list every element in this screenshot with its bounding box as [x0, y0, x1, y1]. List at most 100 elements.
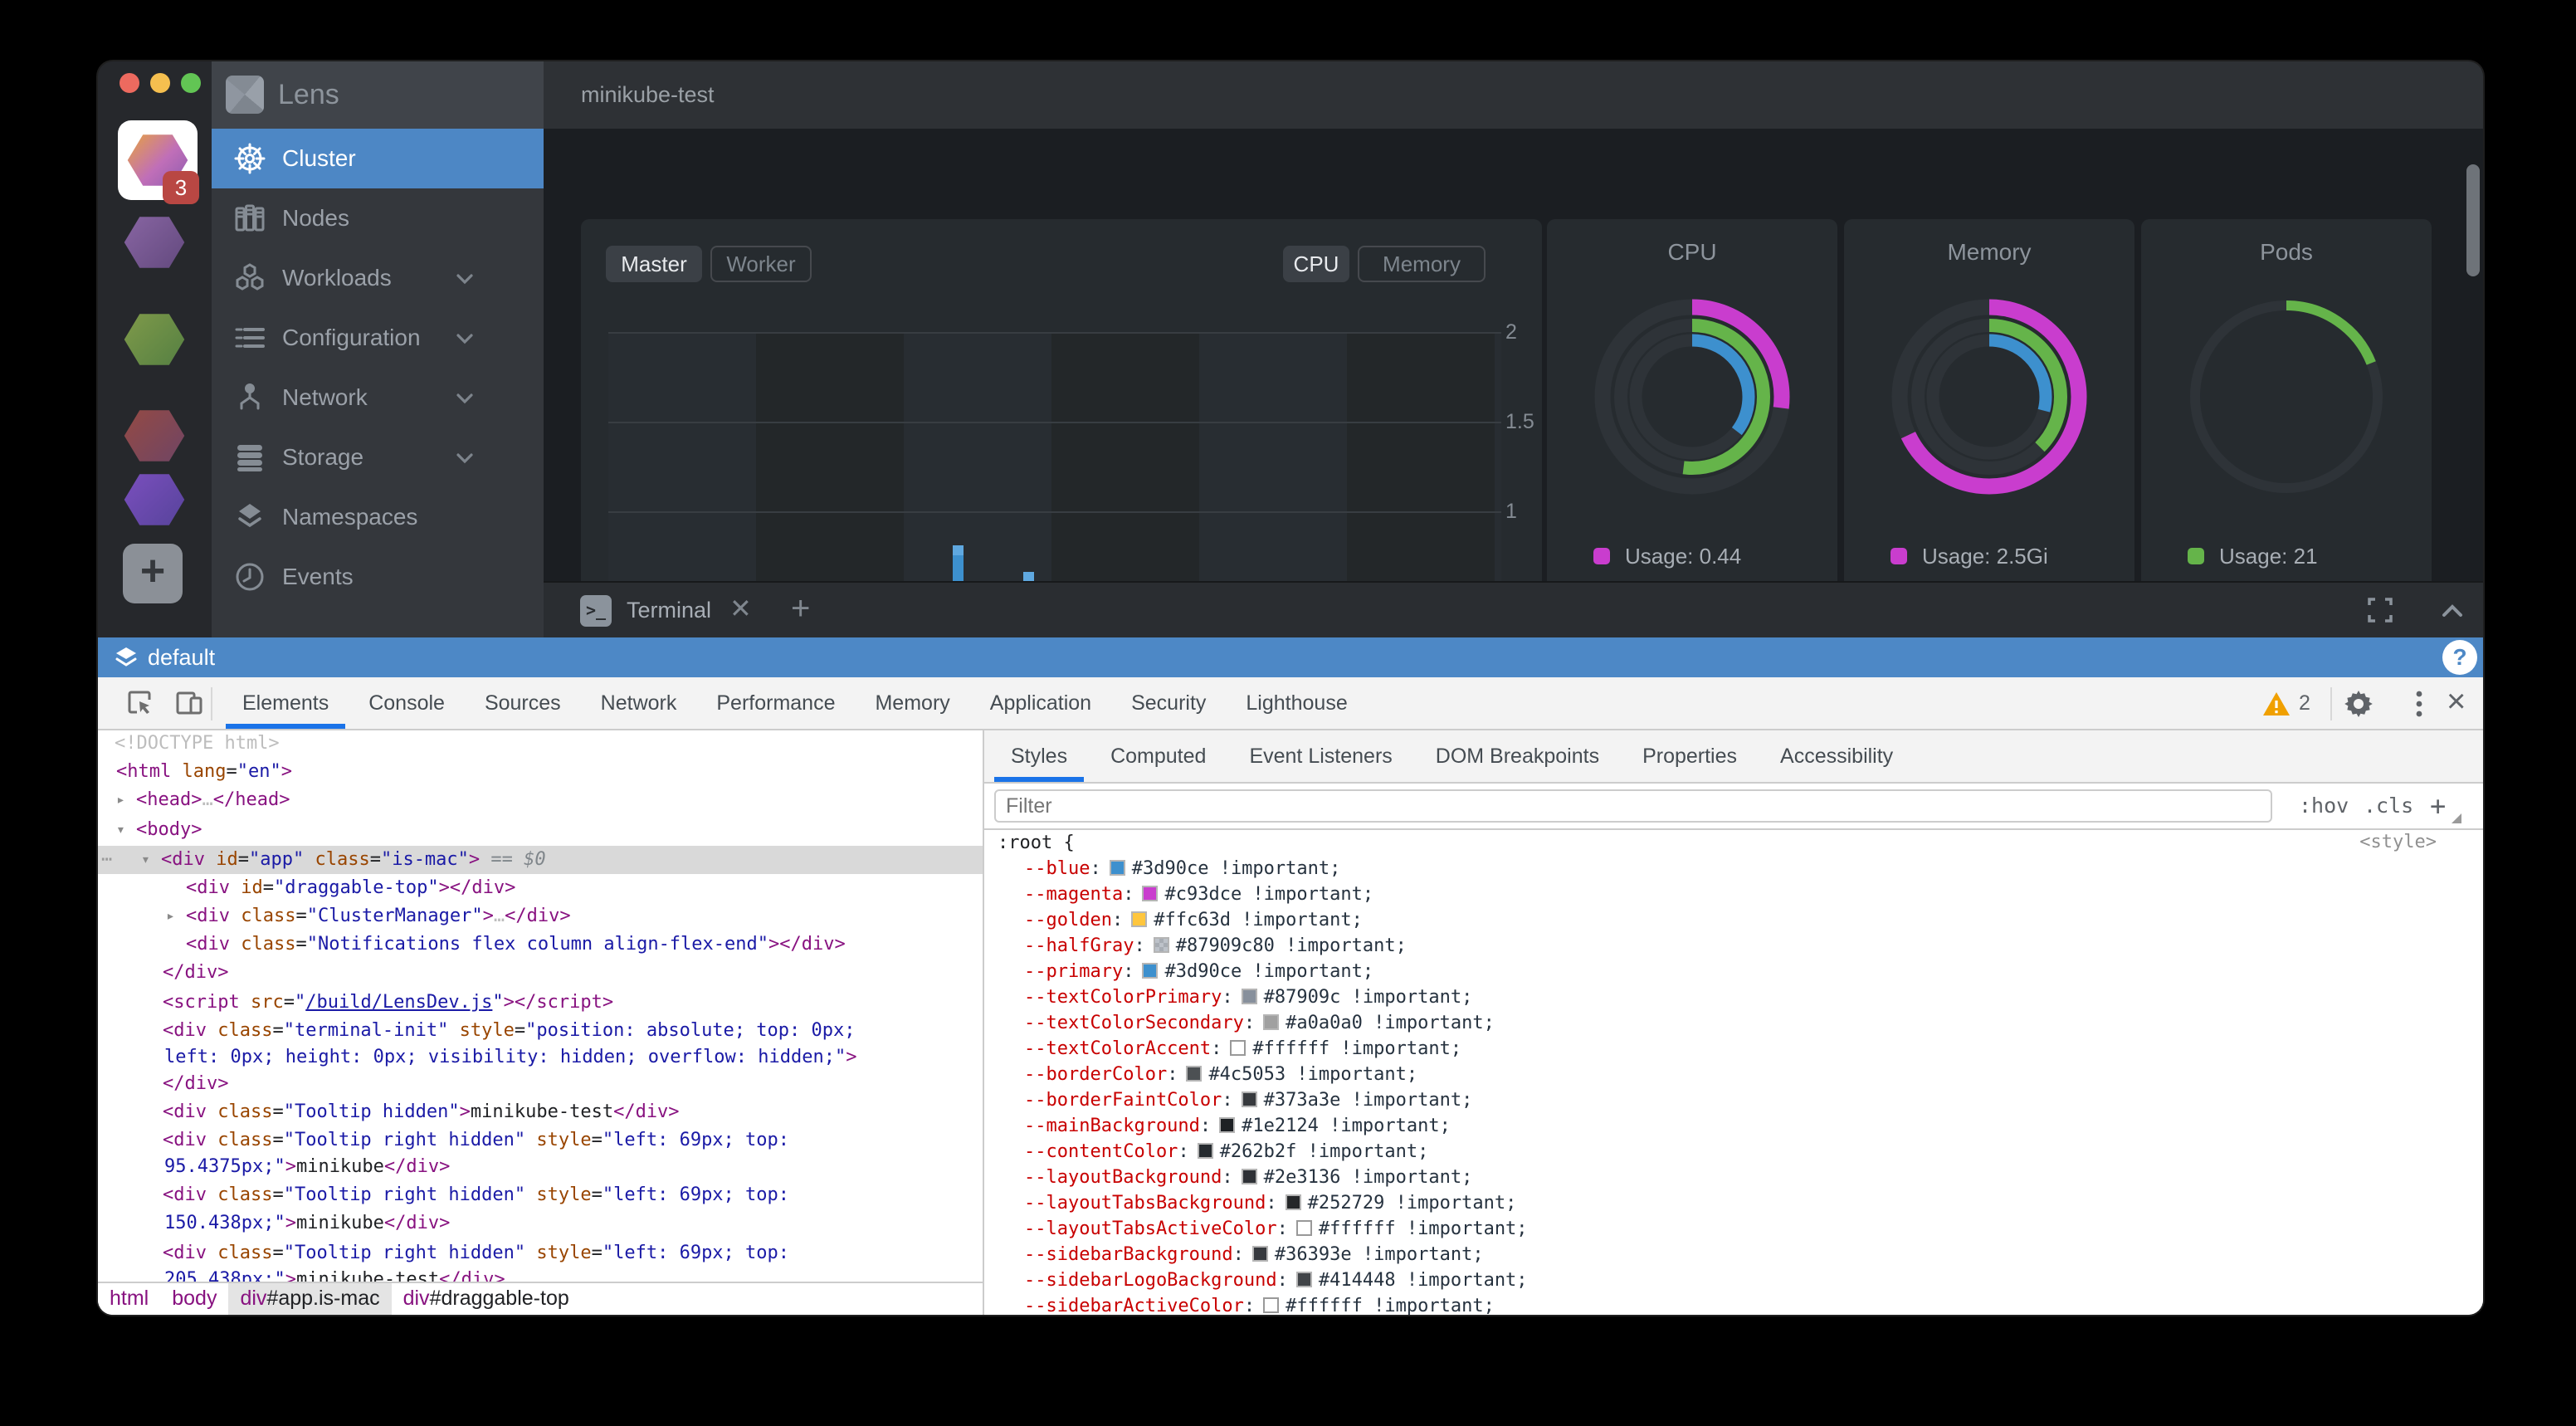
- css-variable-row[interactable]: --mainBackground:#1e2124 !important;: [984, 1113, 2483, 1139]
- devtools-tab-lighthouse[interactable]: Lighthouse: [1226, 677, 1367, 729]
- styles-filter-input[interactable]: Filter: [994, 789, 2272, 823]
- tab-node-worker[interactable]: Worker: [710, 246, 812, 282]
- css-rule-selector[interactable]: :root {: [984, 830, 2483, 856]
- css-variable-row[interactable]: --halfGray:#87909c80 !important;: [984, 933, 2483, 959]
- color-swatch[interactable]: [1263, 1014, 1279, 1030]
- dom-tree-row[interactable]: <!DOCTYPE html>: [98, 730, 983, 758]
- terminal-tab[interactable]: Terminal: [627, 583, 711, 637]
- color-swatch[interactable]: [1286, 1194, 1301, 1210]
- dom-tree-row[interactable]: <div class="terminal-init" style="positi…: [98, 1017, 983, 1045]
- cluster-red-avatar[interactable]: [124, 409, 185, 462]
- css-variable-row[interactable]: --contentColor:#262b2f !important;: [984, 1139, 2483, 1165]
- chevron-down-icon[interactable]: [454, 268, 476, 290]
- sidebar-item-configuration[interactable]: Configuration: [212, 308, 544, 368]
- active-namespace-label[interactable]: default: [148, 637, 215, 677]
- css-variable-row[interactable]: --golden:#ffc63d !important;: [984, 907, 2483, 933]
- help-button[interactable]: ?: [2442, 640, 2477, 675]
- dom-tree-row[interactable]: <div class="Notifications flex column al…: [98, 930, 983, 959]
- style-source-label[interactable]: <style>: [2359, 832, 2437, 852]
- color-swatch[interactable]: [1242, 1091, 1257, 1107]
- css-variable-row[interactable]: --sidebarActiveColor:#ffffff !important;: [984, 1293, 2483, 1315]
- devtools-tab-memory[interactable]: Memory: [855, 677, 969, 729]
- color-swatch[interactable]: [1219, 1117, 1235, 1133]
- devtools-tab-network[interactable]: Network: [581, 677, 697, 729]
- color-swatch[interactable]: [1242, 1169, 1257, 1184]
- dom-tree-row[interactable]: <div class="Tooltip hidden">minikube-tes…: [98, 1098, 983, 1126]
- css-variable-row[interactable]: --primary:#3d90ce !important;: [984, 959, 2483, 984]
- collapsed-arrow-icon[interactable]: ▸: [116, 786, 125, 814]
- color-swatch[interactable]: [1154, 937, 1169, 953]
- chevron-down-icon[interactable]: [454, 328, 476, 349]
- add-cluster-button[interactable]: +: [123, 544, 183, 603]
- color-swatch[interactable]: [1242, 989, 1257, 1004]
- color-swatch[interactable]: [1186, 1066, 1202, 1082]
- devtools-menu-dots-icon[interactable]: [2413, 688, 2425, 720]
- macos-minimize-button[interactable]: [150, 73, 170, 93]
- tab-metric-memory[interactable]: Memory: [1358, 246, 1486, 282]
- sidebar-item-storage[interactable]: Storage: [212, 427, 544, 487]
- devtools-tab-sources[interactable]: Sources: [465, 677, 581, 729]
- expanded-arrow-icon[interactable]: ▾: [141, 846, 150, 874]
- css-variable-row[interactable]: --borderFaintColor:#373a3e !important;: [984, 1087, 2483, 1113]
- dom-tree-row[interactable]: <div class="Tooltip right hidden" style=…: [98, 1239, 983, 1267]
- sidebar-item-cluster[interactable]: Cluster: [212, 129, 544, 188]
- css-variable-row[interactable]: --layoutTabsActiveColor:#ffffff !importa…: [984, 1216, 2483, 1242]
- toggle-class-button[interactable]: .cls: [2364, 784, 2413, 828]
- breadcrumb-div#app.is-mac[interactable]: div#app.is-mac: [228, 1283, 391, 1315]
- dom-tree-row[interactable]: 150.438px;">minikube</div>: [98, 1209, 983, 1238]
- dom-tree-row[interactable]: </div>: [98, 959, 983, 987]
- css-variable-row[interactable]: --layoutBackground:#2e3136 !important;: [984, 1165, 2483, 1190]
- css-variable-row[interactable]: --blue:#3d90ce !important;: [984, 856, 2483, 881]
- devtools-close-icon[interactable]: ×: [2447, 677, 2466, 729]
- dom-tree-row[interactable]: </div>: [98, 1070, 983, 1098]
- cluster-purple-avatar[interactable]: [124, 216, 185, 269]
- toggle-hover-state-button[interactable]: :hov: [2299, 784, 2349, 828]
- sidebar-item-workloads[interactable]: Workloads: [212, 248, 544, 308]
- color-swatch[interactable]: [1230, 1040, 1246, 1056]
- styles-tab-properties[interactable]: Properties: [1621, 730, 1759, 782]
- devtools-tab-security[interactable]: Security: [1111, 677, 1226, 729]
- color-swatch[interactable]: [1296, 1272, 1312, 1287]
- devtools-tab-console[interactable]: Console: [349, 677, 465, 729]
- dom-tree-row[interactable]: <div id="draggable-top"></div>: [98, 874, 983, 902]
- dom-tree-row[interactable]: 95.4375px;">minikube</div>: [98, 1153, 983, 1181]
- css-variable-row[interactable]: --sidebarLogoBackground:#414448 !importa…: [984, 1267, 2483, 1293]
- dom-tree-row[interactable]: ▾<body>: [98, 816, 983, 844]
- sidebar-item-namespaces[interactable]: Namespaces: [212, 487, 544, 547]
- cluster-violet-avatar[interactable]: [124, 473, 185, 526]
- tab-metric-cpu[interactable]: CPU: [1283, 246, 1349, 282]
- css-variable-row[interactable]: --layoutTabsBackground:#252729 !importan…: [984, 1190, 2483, 1216]
- color-swatch[interactable]: [1263, 1297, 1279, 1313]
- color-swatch[interactable]: [1252, 1246, 1268, 1262]
- dom-tree-row[interactable]: <script src="/build/LensDev.js"></script…: [98, 989, 983, 1017]
- breadcrumb-body[interactable]: body: [160, 1283, 228, 1315]
- styles-tab-computed[interactable]: Computed: [1089, 730, 1227, 782]
- warning-icon[interactable]: [2262, 690, 2291, 718]
- metrics-scrollbar[interactable]: [2466, 164, 2480, 276]
- styles-tab-event-listeners[interactable]: Event Listeners: [1227, 730, 1413, 782]
- css-variable-row[interactable]: --textColorPrimary:#87909c !important;: [984, 984, 2483, 1010]
- css-variable-row[interactable]: --textColorAccent:#ffffff !important;: [984, 1036, 2483, 1062]
- settings-gear-icon[interactable]: [2344, 689, 2374, 719]
- macos-close-button[interactable]: [120, 73, 139, 93]
- dom-tree-row-selected[interactable]: ⋯▾<div id="app" class="is-mac"> == $0: [98, 846, 983, 874]
- inspect-element-icon[interactable]: [124, 688, 154, 718]
- expanded-arrow-icon[interactable]: ▾: [116, 816, 125, 844]
- dom-tree-row[interactable]: <div class="Tooltip right hidden" style=…: [98, 1181, 983, 1209]
- dock-fullscreen-icon[interactable]: [2366, 596, 2394, 624]
- dom-tree-row[interactable]: left: 0px; height: 0px; visibility: hidd…: [98, 1043, 983, 1072]
- breadcrumb-div#draggable-top[interactable]: div#draggable-top: [392, 1283, 581, 1315]
- devtools-tab-application[interactable]: Application: [970, 677, 1111, 729]
- color-swatch[interactable]: [1110, 860, 1125, 876]
- devtools-tab-elements[interactable]: Elements: [222, 677, 349, 729]
- styles-tab-styles[interactable]: Styles: [989, 730, 1089, 782]
- tab-node-master[interactable]: Master: [606, 246, 702, 282]
- sidebar-item-events[interactable]: Events: [212, 547, 544, 607]
- css-variable-row[interactable]: --textColorSecondary:#a0a0a0 !important;: [984, 1010, 2483, 1036]
- devtools-tab-performance[interactable]: Performance: [696, 677, 855, 729]
- collapsed-arrow-icon[interactable]: ▸: [166, 902, 175, 930]
- chevron-down-icon[interactable]: [454, 388, 476, 409]
- dom-tree-row[interactable]: ▸<div class="ClusterManager">…</div>: [98, 902, 983, 930]
- dom-tree-row[interactable]: <html lang="en">: [98, 758, 983, 786]
- device-toolbar-icon[interactable]: [174, 688, 204, 718]
